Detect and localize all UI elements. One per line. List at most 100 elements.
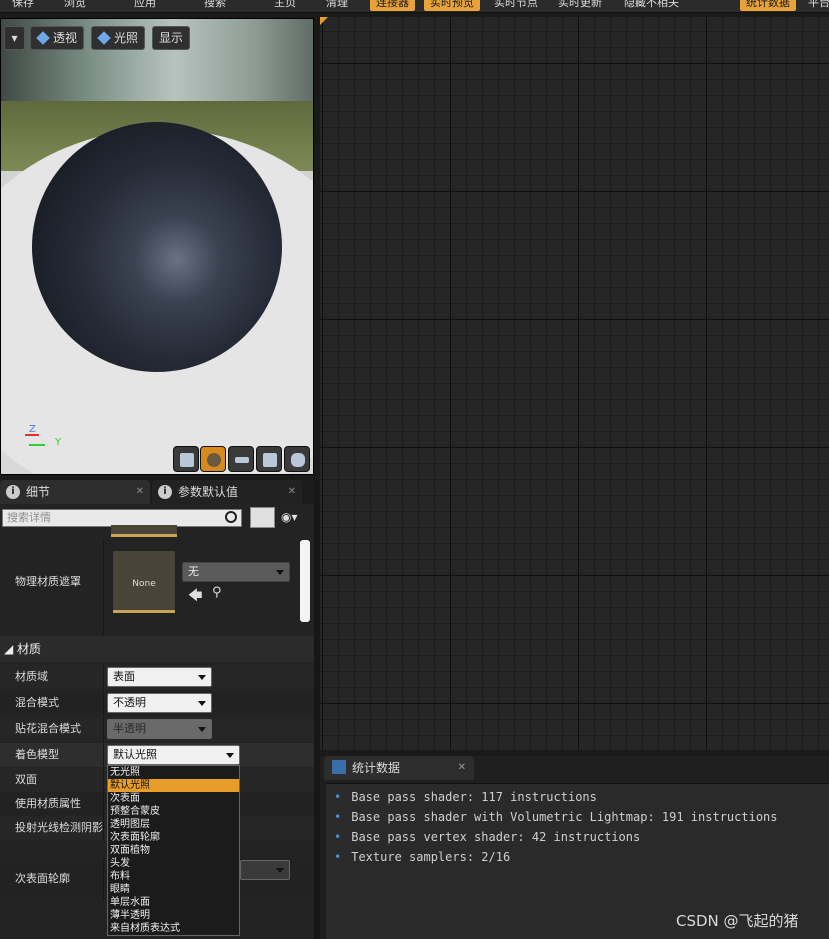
dropdown-option[interactable]: 单层水面: [108, 896, 239, 909]
viewport-options-dropdown[interactable]: ▾: [4, 26, 25, 50]
material-domain-label: 材质域: [15, 670, 48, 683]
row-separator: [103, 691, 104, 715]
stat-line: • Texture samplers: 2/16: [334, 850, 511, 864]
toolbar-connectors-button[interactable]: 连接器: [370, 0, 415, 11]
decal-blend-mode-value: 半透明: [113, 722, 146, 735]
material-graph-canvas[interactable]: [320, 17, 829, 750]
phys-mat-mask-label: 物理材质遮罩: [15, 575, 81, 588]
perspective-button[interactable]: 透视: [30, 26, 85, 50]
toolbar-live-update-button[interactable]: 实时更新: [552, 0, 608, 11]
row-separator: [103, 858, 104, 900]
dropdown-option[interactable]: 布料: [108, 870, 239, 883]
blend-mode-label: 混合模式: [15, 696, 59, 709]
close-icon[interactable]: ✕: [458, 756, 466, 780]
tab-details-label: 细节: [26, 485, 51, 499]
lit-button[interactable]: 光照: [91, 26, 146, 50]
toolbar-stats-button[interactable]: 统计数据: [740, 0, 796, 11]
dropdown-option[interactable]: 眼睛: [108, 883, 239, 896]
stat-line: • Base pass vertex shader: 42 instruction…: [334, 830, 641, 844]
shading-model-value: 默认光照: [113, 748, 157, 761]
row-separator: [103, 665, 104, 689]
row-separator: [103, 743, 104, 767]
material-domain-row: 材质域 表面: [0, 665, 314, 689]
material-domain-value: 表面: [113, 670, 135, 683]
thumbnail-bar: [113, 610, 175, 613]
dropdown-option-selected[interactable]: 默认光照: [108, 779, 239, 792]
decal-blend-mode-combo: 半透明: [107, 719, 212, 739]
preview-plane-button[interactable]: [228, 446, 254, 472]
preview-cylinder-button[interactable]: [173, 446, 199, 472]
dropdown-option[interactable]: 双面植物: [108, 844, 239, 857]
show-button[interactable]: 显示: [152, 26, 191, 50]
decal-blend-mode-row: 贴花混合模式 半透明: [0, 717, 314, 741]
dropdown-option[interactable]: 次表面轮廓: [108, 831, 239, 844]
toolbar-save-button[interactable]: 保存: [6, 0, 40, 11]
stat-line: • Base pass shader with Volumetric Lightm…: [334, 810, 778, 824]
phys-mat-mask-combo[interactable]: 无: [182, 562, 290, 582]
material-section-header[interactable]: ◢ 材质: [0, 636, 314, 662]
details-tabs: i 细节 ✕ i 参数默认值 ✕: [0, 480, 314, 504]
toolbar-apply-button[interactable]: 应用: [128, 0, 162, 11]
dropdown-option[interactable]: 预整合蒙皮: [108, 805, 239, 818]
axis-y-label: Y: [55, 437, 62, 448]
use-selected-arrow-icon[interactable]: 🡄: [188, 585, 202, 609]
shading-model-dropdown-list: 无光照 默认光照 次表面 预整合蒙皮 透明图层 次表面轮廓 双面植物 头发 布料…: [107, 765, 240, 936]
magnifier-icon: i: [6, 485, 20, 499]
editor-toolbar: 保存 浏览 应用 搜索 主页 清理 连接器 实时预览 实时节点 实时更新 隐藏不…: [0, 0, 829, 13]
dropdown-option[interactable]: 头发: [108, 857, 239, 870]
cast-ray-traced-shadows-label: 投射光线检测阴影: [15, 821, 103, 834]
preview-custom-mesh-button[interactable]: [284, 446, 310, 472]
row-separator: [103, 768, 104, 792]
tab-details[interactable]: i 细节 ✕: [0, 480, 150, 504]
tab-param-defaults[interactable]: i 参数默认值 ✕: [152, 480, 302, 504]
toolbar-live-nodes-button[interactable]: 实时节点: [488, 0, 544, 11]
toolbar-home-button[interactable]: 主页: [268, 0, 302, 11]
dropdown-option[interactable]: 无光照: [108, 766, 239, 779]
close-icon[interactable]: ✕: [288, 480, 296, 504]
row-separator: [103, 540, 104, 635]
preview-viewport[interactable]: ▾ 透视 光照 显示 Z Y: [0, 18, 314, 475]
toolbar-search-button[interactable]: 搜索: [198, 0, 232, 11]
details-scrollbar[interactable]: [300, 540, 310, 622]
use-material-attributes-label: 使用材质属性: [15, 797, 81, 810]
lit-label: 光照: [114, 31, 139, 45]
material-section-label: ◢ 材质: [4, 642, 42, 656]
material-domain-combo[interactable]: 表面: [107, 667, 212, 687]
list-view-icon[interactable]: [250, 507, 275, 528]
toolbar-clean-button[interactable]: 清理: [320, 0, 354, 11]
texture-thumbnail-partial: [111, 525, 177, 537]
toolbar-live-preview-button[interactable]: 实时预览: [424, 0, 480, 11]
search-placeholder: 搜索详情: [7, 511, 51, 524]
stat-line: • Base pass shader: 117 instructions: [334, 790, 597, 804]
tab-stats[interactable]: 统计数据 ✕: [324, 756, 474, 780]
stats-icon: [332, 760, 346, 774]
cube-icon: [263, 453, 277, 467]
browse-search-icon[interactable]: ⚲: [212, 585, 222, 600]
dropdown-option[interactable]: 薄半透明: [108, 909, 239, 922]
phys-mat-mask-thumbnail[interactable]: None: [111, 549, 177, 615]
perspective-label: 透视: [53, 31, 78, 45]
axis-x-line: [25, 434, 39, 436]
dropdown-option[interactable]: 次表面: [108, 792, 239, 805]
toolbar-hide-unrelated-button[interactable]: 隐藏不相关: [618, 0, 685, 11]
shading-model-combo[interactable]: 默认光照: [107, 745, 240, 765]
eye-icon[interactable]: ◉▾: [281, 510, 309, 525]
axis-y-line: [29, 444, 45, 446]
blend-mode-value: 不透明: [113, 696, 146, 709]
decal-blend-mode-label: 贴花混合模式: [15, 722, 81, 735]
dropdown-option[interactable]: 来自材质表达式: [108, 922, 239, 935]
row-separator: [103, 717, 104, 741]
preview-sphere-button[interactable]: [200, 446, 226, 472]
search-icon[interactable]: [225, 511, 237, 523]
close-icon[interactable]: ✕: [136, 480, 144, 504]
blend-mode-combo[interactable]: 不透明: [107, 693, 212, 713]
plane-icon: [235, 457, 249, 463]
toolbar-platforms-button[interactable]: 平台: [802, 0, 829, 11]
cylinder-icon: [180, 453, 194, 467]
subsurface-profile-combo: [240, 860, 290, 880]
watermark: CSDN @飞起的猪: [676, 912, 799, 930]
preview-cube-button[interactable]: [256, 446, 282, 472]
dropdown-option[interactable]: 透明图层: [108, 818, 239, 831]
toolbar-browse-button[interactable]: 浏览: [58, 0, 92, 11]
chevron-down-icon: ▾: [11, 31, 18, 45]
